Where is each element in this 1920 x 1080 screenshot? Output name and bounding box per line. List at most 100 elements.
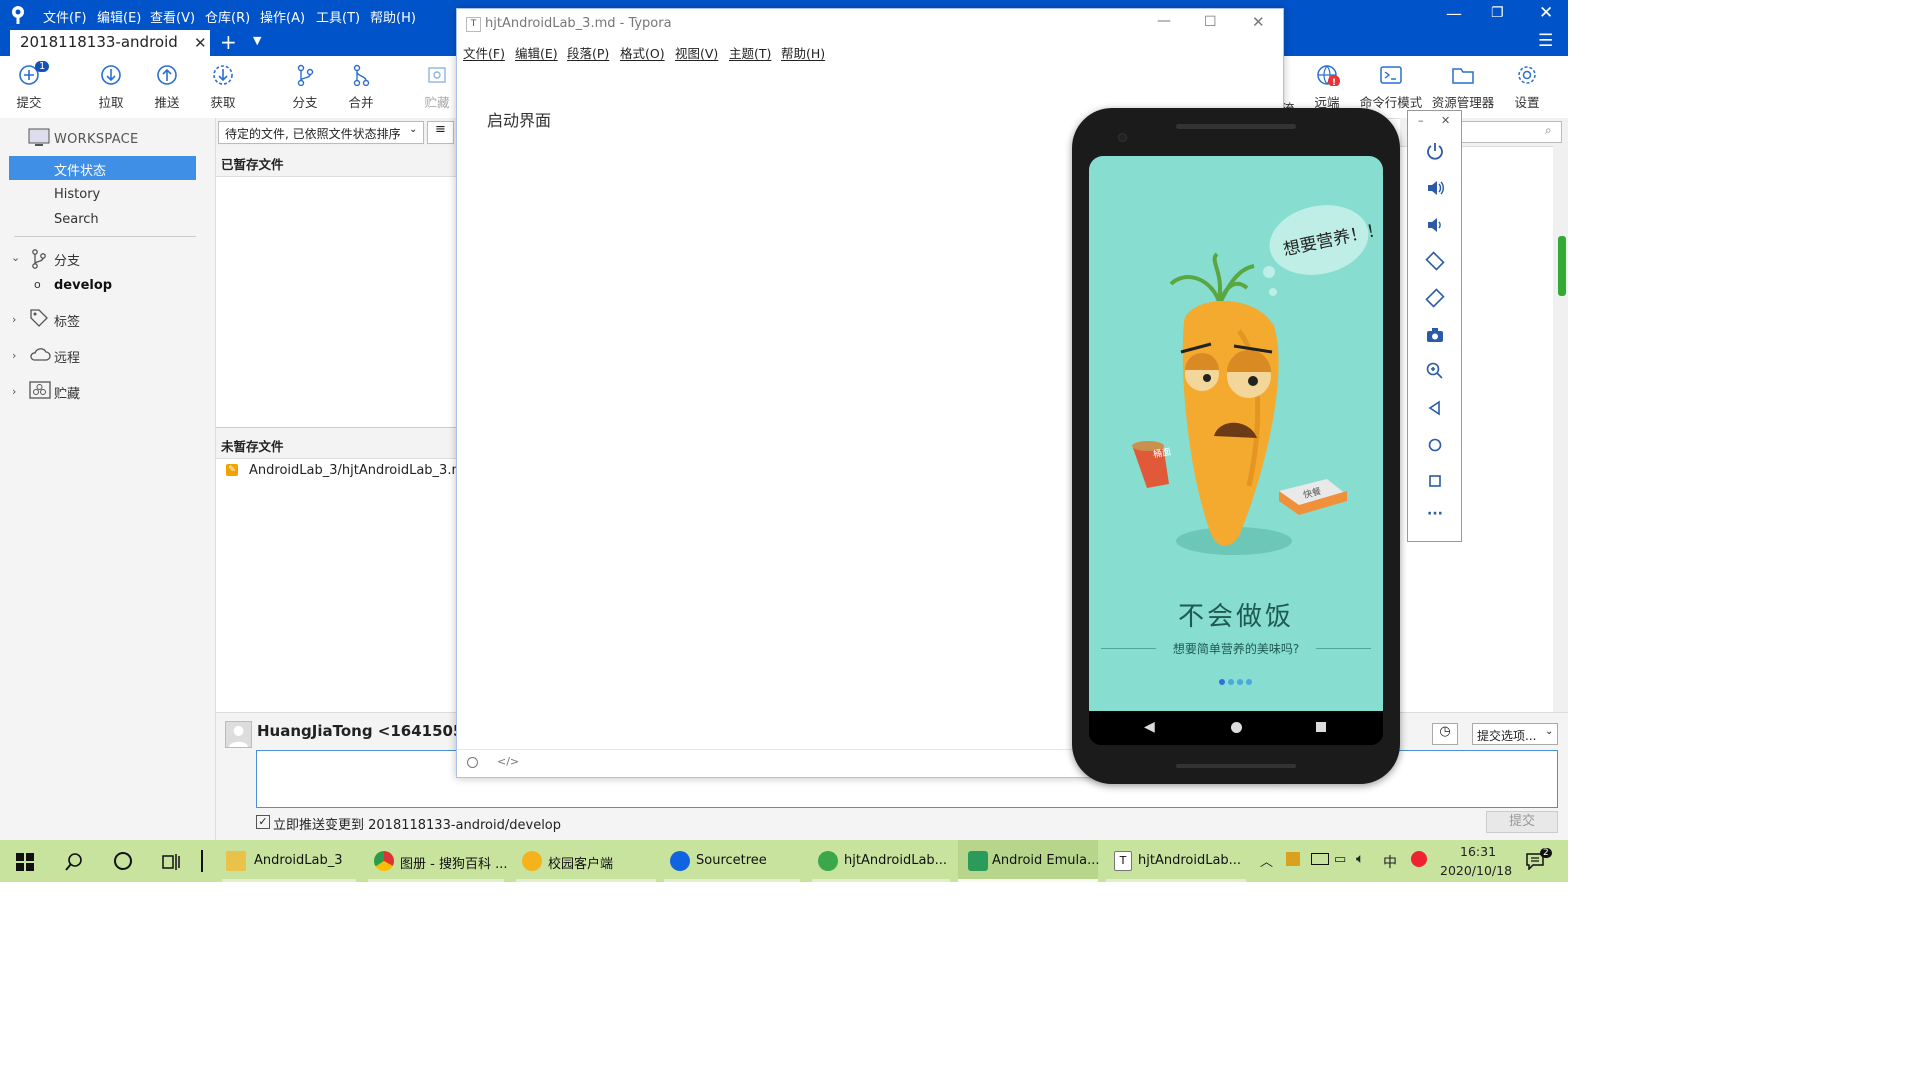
close-icon[interactable]: ✕ xyxy=(1539,3,1553,23)
source-code-mode-icon[interactable]: </> xyxy=(497,755,519,768)
minimize-icon[interactable]: — xyxy=(1446,4,1462,23)
sogou-input-icon[interactable] xyxy=(1411,851,1427,867)
home-circle-icon[interactable] xyxy=(1425,435,1445,455)
volume-icon[interactable]: 🔈︎ xyxy=(1356,851,1364,867)
sidebar-branch-develop[interactable]: develop xyxy=(54,278,112,293)
battery-icon[interactable] xyxy=(1311,853,1329,865)
typora-menu-file[interactable]: 文件(F) xyxy=(463,43,505,62)
tags-chevron-right-icon[interactable]: › xyxy=(12,313,16,326)
menu-file[interactable]: 文件(F) xyxy=(43,7,87,26)
sidebar-remotes[interactable]: 远程 xyxy=(54,347,80,366)
repo-tab[interactable]: 2018118133-android ✕ xyxy=(10,30,210,56)
typora-maximize-icon[interactable]: ☐ xyxy=(1204,14,1217,30)
history-button[interactable]: ◷ xyxy=(1432,723,1458,745)
commit-submit-button[interactable]: 提交 xyxy=(1486,811,1558,833)
camera-icon[interactable] xyxy=(1425,325,1445,345)
view-mode-button[interactable]: ≡ xyxy=(427,121,454,144)
typora-menu-help[interactable]: 帮助(H) xyxy=(781,43,825,62)
menu-tools[interactable]: 工具(T) xyxy=(316,7,360,26)
commit-button[interactable]: 1 提交 xyxy=(4,61,54,111)
terminal-button[interactable]: 命令行模式 xyxy=(1358,64,1424,111)
menu-repository[interactable]: 仓库(R) xyxy=(205,7,250,26)
tab-close-icon[interactable]: ✕ xyxy=(194,34,207,52)
taskbar-app-typora[interactable]: T hjtAndroidLab... xyxy=(1106,840,1246,882)
volume-up-icon[interactable] xyxy=(1425,178,1445,198)
nav-home-icon[interactable] xyxy=(1231,722,1242,733)
tray-expand-chevron-up-icon[interactable]: ︿ xyxy=(1260,851,1273,870)
tray-app-icon[interactable] xyxy=(1286,852,1300,866)
branches-chevron-down-icon[interactable]: ⌄ xyxy=(11,251,20,264)
remotes-chevron-right-icon[interactable]: › xyxy=(12,349,16,362)
sidebar-branches[interactable]: 分支 xyxy=(54,250,80,269)
pull-button[interactable]: 拉取 xyxy=(86,64,136,111)
typora-menu-paragraph[interactable]: 段落(P) xyxy=(567,43,609,62)
cortana-circle-icon[interactable] xyxy=(114,852,132,870)
nav-back-icon[interactable]: ◀ xyxy=(1144,719,1155,735)
list-item[interactable]: ✎ AndroidLab_3/hjtAndroidLab_3.md xyxy=(216,459,472,483)
emulator-minimize-icon[interactable]: – xyxy=(1418,114,1424,127)
sidebar-item-file-status[interactable]: 文件状态 xyxy=(9,156,196,180)
menu-help[interactable]: 帮助(H) xyxy=(370,7,416,26)
ime-indicator[interactable]: 中 xyxy=(1383,852,1397,872)
typora-close-icon[interactable]: ✕ xyxy=(1252,13,1265,31)
tab-list-chevron-down-icon[interactable]: ▼ xyxy=(253,34,261,47)
explorer-button[interactable]: 资源管理器 xyxy=(1428,64,1498,111)
sidebar-item-history[interactable]: History xyxy=(54,187,100,202)
sort-dropdown[interactable]: 待定的文件, 已依照文件状态排序 ⌄ xyxy=(218,121,424,144)
fetch-button[interactable]: 获取 xyxy=(198,64,248,111)
stashes-chevron-right-icon[interactable]: › xyxy=(12,385,16,398)
power-icon[interactable] xyxy=(1425,141,1445,161)
remote-button[interactable]: ! 远端 xyxy=(1302,64,1352,111)
zoom-icon[interactable] xyxy=(1425,361,1445,381)
rotate-right-icon[interactable] xyxy=(1425,288,1445,308)
sidebar-stashes[interactable]: 贮藏 xyxy=(54,383,80,402)
sort-chevron-down-icon: ⌄ xyxy=(409,124,418,135)
nav-recents-icon[interactable] xyxy=(1316,722,1326,732)
clock-date[interactable]: 2020/10/18 xyxy=(1440,863,1512,878)
typora-menu-format[interactable]: 格式(O) xyxy=(620,43,665,62)
taskbar-app-chrome[interactable]: 图册 - 搜狗百科 ... xyxy=(368,840,508,882)
taskbar-app-android-studio[interactable]: hjtAndroidLab... xyxy=(812,840,950,882)
volume-down-icon[interactable] xyxy=(1425,215,1445,235)
hamburger-menu-icon[interactable]: ☰ xyxy=(1538,31,1553,51)
task-view-icon[interactable] xyxy=(162,853,182,871)
back-triangle-icon[interactable] xyxy=(1425,398,1445,418)
overview-square-icon[interactable] xyxy=(1425,471,1445,491)
taskbar-app-emulator[interactable]: Android Emula... xyxy=(958,840,1100,882)
menu-view[interactable]: 查看(V) xyxy=(150,7,195,26)
stash-button[interactable]: 贮藏 xyxy=(418,64,456,111)
push-checkbox[interactable]: ✓ xyxy=(256,815,270,829)
restore-icon[interactable]: ❐ xyxy=(1491,5,1504,21)
emulator-screen[interactable]: 想要营养！！ 桶面 快餐 不会做饭 想要简单营养的美味吗? xyxy=(1089,156,1383,711)
settings-button[interactable]: 设置 xyxy=(1502,64,1552,111)
clock-time[interactable]: 16:31 xyxy=(1460,844,1496,859)
typora-menu-theme[interactable]: 主题(T) xyxy=(729,43,771,62)
sidebar-tags[interactable]: 标签 xyxy=(54,311,80,330)
windows-start-icon[interactable] xyxy=(16,853,34,871)
splash-subtitle: 想要简单营养的美味吗? xyxy=(1172,642,1300,656)
menu-edit[interactable]: 编辑(E) xyxy=(97,7,141,26)
search-icon[interactable] xyxy=(64,852,84,872)
document-heading[interactable]: 启动界面 xyxy=(487,107,551,131)
menu-actions[interactable]: 操作(A) xyxy=(260,7,305,26)
sidebar-item-search[interactable]: Search xyxy=(54,212,99,227)
search-input[interactable]: ⌕ xyxy=(1460,121,1562,143)
taskbar-app-campus[interactable]: 校园客户端 xyxy=(516,840,656,882)
push-button[interactable]: 推送 xyxy=(142,64,192,111)
typora-minimize-icon[interactable]: — xyxy=(1157,13,1171,29)
branch-button[interactable]: 分支 xyxy=(280,64,330,111)
network-icon[interactable]: ▭ xyxy=(1334,852,1346,867)
taskbar-app-folder[interactable]: AndroidLab_3 xyxy=(222,840,356,882)
new-tab-icon[interactable]: + xyxy=(220,30,237,54)
taskbar-app-sourcetree[interactable]: Sourcetree xyxy=(664,840,800,882)
more-options-icon[interactable]: ··· xyxy=(1427,506,1443,522)
typora-menu-view[interactable]: 视图(V) xyxy=(675,43,718,62)
emulator-close-icon[interactable]: ✕ xyxy=(1441,114,1450,127)
scrollbar[interactable] xyxy=(1553,146,1568,712)
typora-menu-edit[interactable]: 编辑(E) xyxy=(515,43,558,62)
sidebar-toggle-circle-icon[interactable] xyxy=(467,757,478,768)
commit-options-dropdown[interactable]: 提交选项... ⌄ xyxy=(1472,723,1558,745)
scrollbar-thumb[interactable] xyxy=(1558,236,1566,296)
rotate-left-icon[interactable] xyxy=(1425,251,1445,271)
merge-button[interactable]: 合并 xyxy=(336,64,386,111)
